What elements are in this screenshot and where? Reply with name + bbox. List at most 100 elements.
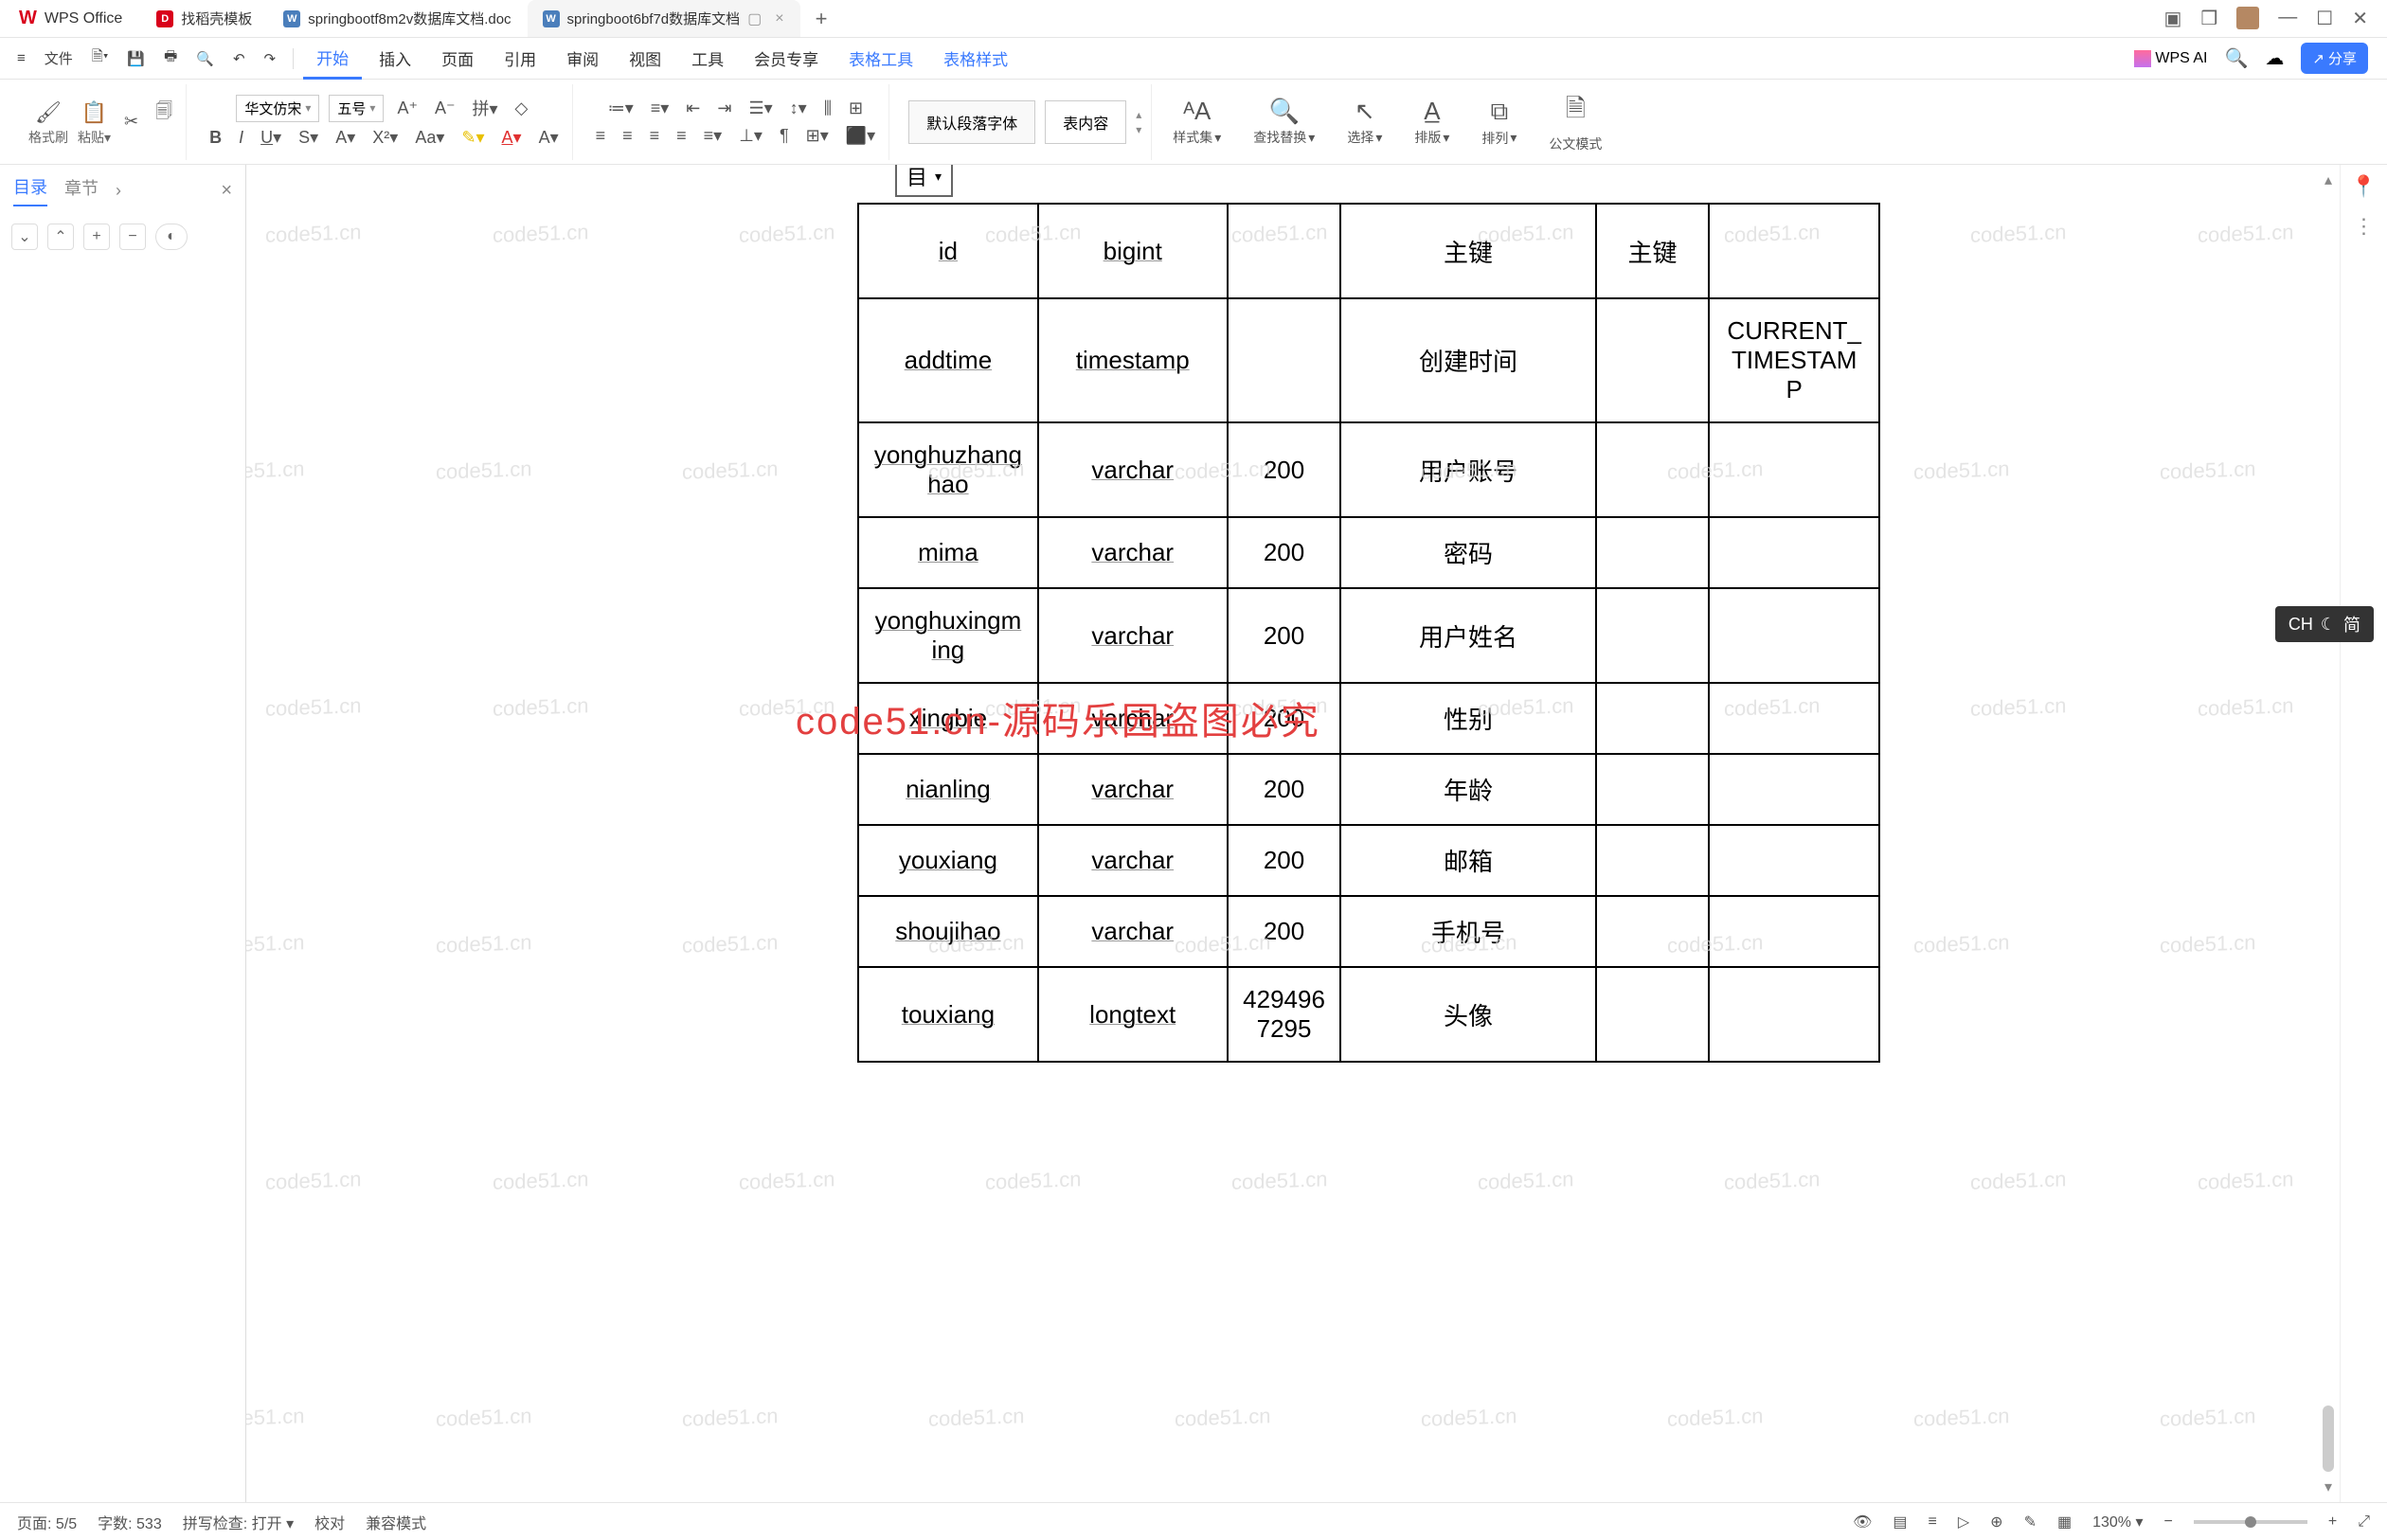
menu-tab-tools[interactable]: 工具 — [678, 39, 737, 78]
layout-button[interactable]: A̲排版▾ — [1403, 97, 1461, 147]
chevron-right-icon[interactable]: › — [116, 181, 121, 201]
preview-icon[interactable]: 🔍 — [188, 46, 222, 71]
collapse-up-icon[interactable]: ⌃ — [47, 224, 74, 250]
decrease-font-icon[interactable]: A⁻ — [431, 97, 459, 120]
decrease-indent-icon[interactable]: ⇤ — [682, 97, 704, 120]
view-outline-icon[interactable]: ≡ — [1929, 1513, 1937, 1531]
find-replace-button[interactable]: 🔍查找替换▾ — [1242, 97, 1326, 147]
font-color-button[interactable]: A▾ — [498, 126, 526, 150]
menu-tab-insert[interactable]: 插入 — [366, 39, 424, 78]
cut-icon[interactable]: ✂ — [120, 110, 142, 134]
new-icon[interactable]: 🗎▾ — [84, 43, 117, 74]
underline-button[interactable]: U▾ — [257, 126, 285, 150]
cube-icon[interactable]: ❒ — [2200, 7, 2217, 30]
menu-tab-table-style[interactable]: 表格样式 — [930, 39, 1021, 78]
file-menu[interactable]: 文件 — [37, 45, 81, 72]
location-icon[interactable]: 📍 — [2351, 174, 2377, 199]
zoom-out-icon[interactable]: − — [2164, 1513, 2173, 1531]
expand-down-icon[interactable]: ⌄ — [11, 224, 38, 250]
document-area[interactable]: code51.cn code51.cn code51.cn code51.cn … — [246, 165, 2340, 1502]
emphasis-button[interactable]: A▾ — [332, 126, 359, 150]
phonetic-icon[interactable]: 拼▾ — [468, 94, 501, 122]
shading-button[interactable]: A▾ — [535, 126, 563, 150]
font-size-select[interactable]: 五号▾ — [329, 95, 384, 122]
view-grid-icon[interactable]: ▦ — [2057, 1513, 2072, 1531]
ime-badge[interactable]: CH ☾ 简 — [2275, 606, 2374, 642]
text-wrap-icon[interactable]: ⊞ — [845, 97, 867, 120]
italic-button[interactable]: I — [235, 126, 247, 150]
scroll-thumb[interactable] — [2323, 1406, 2334, 1472]
print-icon[interactable]: 🖶 — [156, 43, 185, 74]
tab-doc-1[interactable]: W springbootf8m2v数据库文档.doc — [268, 0, 527, 37]
clear-format-icon[interactable]: ◇ — [512, 97, 532, 120]
bold-button[interactable]: B — [206, 126, 225, 150]
wps-ai-button[interactable]: WPS AI — [2134, 50, 2207, 67]
style-default[interactable]: 默认段落字体 — [908, 100, 1035, 144]
toggle-icon[interactable]: ◐ — [155, 224, 188, 250]
add-tab-button[interactable]: + — [800, 0, 843, 37]
spellcheck-status[interactable]: 拼写检查: 打开 ▾ — [183, 1511, 294, 1533]
columns-icon[interactable]: ⫼ — [820, 97, 835, 120]
bullet-list-icon[interactable]: ≔▾ — [604, 97, 637, 120]
align-right-icon[interactable]: ≡ — [646, 124, 664, 148]
view-page-icon[interactable]: ▤ — [1893, 1513, 1907, 1531]
table-header-cell[interactable]: 目 ▾ — [895, 165, 953, 197]
align-left-icon[interactable]: ≡ — [592, 124, 610, 148]
menu-tab-table-tools[interactable]: 表格工具 — [835, 39, 926, 78]
minimize-icon[interactable]: — — [2278, 7, 2297, 30]
style-down-icon[interactable]: ▾ — [1136, 123, 1141, 136]
style-up-icon[interactable]: ▴ — [1136, 108, 1141, 121]
copy-icon[interactable]: 🗐 — [152, 98, 176, 130]
window-mode-icon[interactable]: ▣ — [2163, 7, 2181, 30]
fullscreen-icon[interactable]: ⤢ — [2358, 1513, 2370, 1531]
borders-icon[interactable]: ⊞▾ — [802, 124, 833, 148]
numbered-list-icon[interactable]: ≡▾ — [647, 97, 673, 120]
official-mode-button[interactable]: 🗎公文模式 — [1537, 91, 1613, 153]
strike-button[interactable]: S▾ — [295, 126, 322, 150]
scroll-down-icon[interactable]: ▾ — [2324, 1477, 2332, 1496]
add-icon[interactable]: + — [83, 224, 110, 250]
tab-stop-icon[interactable]: ⊥▾ — [735, 124, 766, 148]
menu-tab-member[interactable]: 会员专享 — [741, 39, 832, 78]
menu-tab-review[interactable]: 审阅 — [553, 39, 612, 78]
hamburger-icon[interactable]: ≡ — [9, 46, 33, 70]
zoom-level[interactable]: 130% ▾ — [2092, 1513, 2143, 1531]
zoom-in-icon[interactable]: + — [2328, 1513, 2337, 1531]
paragraph-icon[interactable]: ¶ — [776, 124, 793, 148]
more-vert-icon[interactable]: ⋮ — [2354, 214, 2375, 239]
page-indicator[interactable]: 页面: 5/5 — [17, 1511, 77, 1533]
text-direction-icon[interactable]: ↕▾ — [786, 97, 811, 120]
search-icon[interactable]: 🔍 — [2225, 46, 2249, 70]
maximize-icon[interactable]: ☐ — [2316, 7, 2333, 30]
align-justify-icon[interactable]: ≡ — [673, 124, 691, 148]
close-panel-icon[interactable]: × — [221, 180, 232, 202]
play-icon[interactable]: ▷ — [1958, 1513, 1969, 1531]
style-table[interactable]: 表内容 — [1045, 100, 1126, 144]
menu-tab-home[interactable]: 开始 — [303, 38, 362, 80]
line-spacing-icon[interactable]: ☰▾ — [745, 97, 776, 120]
save-icon[interactable]: 💾 — [119, 46, 153, 71]
tab-doc-2[interactable]: W springboot6bf7d数据库文档 ▢ × — [528, 0, 800, 37]
select-button[interactable]: ↖选择▾ — [1336, 97, 1393, 147]
cloud-icon[interactable]: ☁ — [2265, 46, 2284, 70]
paste-icon[interactable]: 📋 — [80, 98, 110, 128]
database-table[interactable]: id bigint 主键 主键 addtime timestamp 创建时间 C… — [857, 203, 1880, 1063]
proofing-status[interactable]: 校对 — [314, 1511, 345, 1533]
format-brush-icon[interactable]: 🖌 — [33, 98, 63, 128]
close-window-icon[interactable]: ✕ — [2352, 7, 2368, 30]
increase-indent-icon[interactable]: ⇥ — [713, 97, 735, 120]
user-avatar[interactable] — [2236, 7, 2259, 29]
scroll-up-icon[interactable]: ▴ — [2324, 170, 2332, 189]
word-count[interactable]: 字数: 533 — [98, 1511, 162, 1533]
align-center-icon[interactable]: ≡ — [619, 124, 637, 148]
close-icon[interactable]: × — [775, 10, 783, 27]
view-eye-icon[interactable]: 👁 — [1853, 1513, 1872, 1531]
shading-para-icon[interactable]: ⬛▾ — [842, 124, 879, 148]
distribute-icon[interactable]: ≡▾ — [700, 124, 727, 148]
menu-tab-view[interactable]: 视图 — [616, 39, 674, 78]
redo-icon[interactable]: ↷ — [257, 46, 284, 71]
change-case-button[interactable]: Aa▾ — [411, 126, 448, 150]
superscript-button[interactable]: X²▾ — [368, 126, 402, 150]
increase-font-icon[interactable]: A⁺ — [393, 97, 422, 120]
vertical-scrollbar[interactable]: ▴ ▾ — [2317, 165, 2340, 1502]
